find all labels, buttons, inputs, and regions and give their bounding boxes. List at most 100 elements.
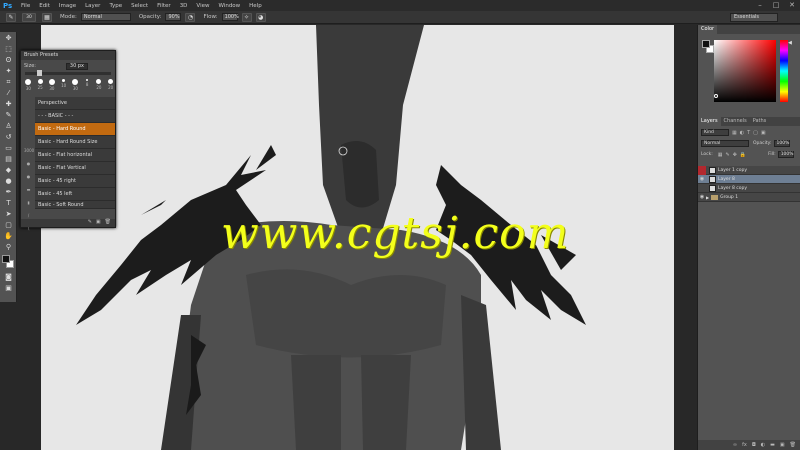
pressure-size-icon[interactable]: ◕: [255, 12, 266, 22]
new-preset-icon[interactable]: ▣: [96, 219, 101, 227]
filter-adjustment-icon[interactable]: ◐: [740, 130, 744, 136]
filter-type-icon[interactable]: T: [747, 130, 750, 136]
brush-preset-item[interactable]: Basic - Flat Vertical: [35, 162, 115, 175]
brush-size-slider[interactable]: [25, 70, 111, 76]
eraser-tool-icon[interactable]: ▭: [2, 143, 15, 153]
pressure-opacity-icon[interactable]: ◔: [185, 12, 196, 22]
menu-layer[interactable]: Layer: [85, 3, 100, 9]
foreground-color-swatch[interactable]: [2, 255, 10, 263]
filter-pixel-icon[interactable]: ▦: [732, 130, 737, 136]
filter-shape-icon[interactable]: ▢: [753, 130, 758, 136]
brush-panel-toggle-icon[interactable]: ▦: [42, 12, 52, 22]
layer-visibility-toggle[interactable]: [698, 165, 706, 175]
filter-smart-icon[interactable]: ▣: [761, 130, 766, 136]
document-canvas[interactable]: www.cgtsj.com: [41, 25, 674, 450]
tab-paths[interactable]: Paths: [750, 117, 770, 126]
healing-brush-tool-icon[interactable]: ✚: [2, 99, 15, 109]
color-saturation-field[interactable]: [714, 40, 776, 102]
quick-mask-icon[interactable]: ◙: [2, 272, 15, 282]
layer-blend-mode-select[interactable]: Normal: [701, 140, 749, 147]
adjustment-layer-icon[interactable]: ◐: [761, 442, 765, 448]
layer-row[interactable]: Layer 8 copy: [698, 184, 800, 193]
menu-file[interactable]: File: [21, 3, 30, 9]
tab-channels[interactable]: Channels: [721, 117, 750, 126]
crop-tool-icon[interactable]: ⌗: [2, 77, 15, 87]
layer-opacity-input[interactable]: 100%: [773, 140, 790, 147]
workspace-select[interactable]: Essentials: [730, 13, 778, 22]
lock-transparent-icon[interactable]: ▦: [718, 152, 723, 158]
eyedropper-tool-icon[interactable]: ⁄: [2, 88, 15, 98]
color-swatches[interactable]: [1, 254, 16, 270]
flow-input[interactable]: 100%: [221, 13, 239, 21]
pen-tool-icon[interactable]: ✒: [2, 187, 15, 197]
menu-type[interactable]: Type: [109, 3, 122, 9]
screen-mode-icon[interactable]: ▣: [2, 283, 15, 293]
brush-size-slider-knob[interactable]: [37, 70, 42, 76]
blur-tool-icon[interactable]: ◆: [2, 165, 15, 175]
minimize-icon[interactable]: –: [756, 1, 764, 9]
menu-select[interactable]: Select: [131, 3, 148, 9]
delete-layer-icon[interactable]: 🗑: [790, 442, 796, 448]
eye-icon[interactable]: ◉: [698, 176, 706, 182]
hand-tool-icon[interactable]: ✋: [2, 231, 15, 241]
lock-position-icon[interactable]: ✥: [733, 152, 737, 158]
brush-tip[interactable]: 30: [71, 79, 80, 91]
menu-view[interactable]: View: [196, 3, 209, 9]
brush-preset-item[interactable]: Basic - 45 right: [35, 175, 115, 188]
gradient-tool-icon[interactable]: ▤: [2, 154, 15, 164]
dodge-tool-icon[interactable]: ●: [2, 176, 15, 186]
layer-row-selected[interactable]: ◉ Layer 8: [698, 175, 800, 184]
eye-icon[interactable]: ◉: [698, 194, 706, 200]
layer-fill-input[interactable]: 100%: [777, 151, 794, 158]
layer-row[interactable]: Layer 1 copy: [698, 165, 800, 175]
brush-preset-item[interactable]: Basic - 45 left: [35, 188, 115, 201]
brush-tip[interactable]: 25: [36, 79, 45, 90]
brush-preset-item-selected[interactable]: Basic - Hard Round: [35, 123, 115, 136]
color-panel-foreground-swatch[interactable]: [702, 40, 710, 48]
brush-preset-item[interactable]: Basic - Flat horizontal: [35, 149, 115, 162]
lock-all-icon[interactable]: 🔒: [740, 152, 746, 158]
lock-image-icon[interactable]: ✎: [726, 152, 730, 158]
brush-preset-item[interactable]: Basic - Hard Round Size: [35, 136, 115, 149]
brush-tip[interactable]: 30: [48, 79, 57, 91]
menu-image[interactable]: Image: [59, 3, 76, 9]
menu-help[interactable]: Help: [249, 3, 262, 9]
color-picker-marker[interactable]: [714, 94, 718, 98]
marquee-tool-icon[interactable]: ⬚: [2, 44, 15, 54]
brush-tip[interactable]: 10: [59, 79, 68, 88]
new-layer-icon[interactable]: ▣: [780, 442, 785, 448]
maximize-icon[interactable]: □: [772, 1, 780, 9]
menu-window[interactable]: Window: [218, 3, 240, 9]
lasso-tool-icon[interactable]: ʘ: [2, 55, 15, 65]
stamp-tool-icon[interactable]: ♙: [2, 121, 15, 131]
hue-slider[interactable]: [780, 40, 788, 102]
brush-size-picker[interactable]: 30: [22, 12, 36, 22]
toggle-brush-panel-icon[interactable]: ✎: [88, 219, 92, 227]
tab-color[interactable]: Color: [698, 25, 718, 34]
brush-tip[interactable]: 20: [95, 79, 104, 90]
magic-wand-tool-icon[interactable]: ✦: [2, 66, 15, 76]
opacity-input[interactable]: 90%: [165, 13, 182, 21]
menu-filter[interactable]: Filter: [157, 3, 171, 9]
move-tool-icon[interactable]: ✥: [2, 33, 15, 43]
shape-tool-icon[interactable]: ▢: [2, 220, 15, 230]
brush-tip[interactable]: 8: [83, 79, 92, 87]
group-expand-chevron-icon[interactable]: ▶: [706, 195, 709, 200]
brush-tool-icon[interactable]: ✎: [6, 12, 16, 22]
delete-preset-icon[interactable]: 🗑: [105, 219, 111, 227]
brush-tip[interactable]: 30: [24, 79, 33, 91]
menu-3d[interactable]: 3D: [180, 3, 188, 9]
zoom-tool-icon[interactable]: ⚲: [2, 242, 15, 252]
close-icon[interactable]: ✕: [788, 1, 796, 9]
brush-tool-icon[interactable]: ✎: [2, 110, 15, 120]
new-group-icon[interactable]: ▬: [770, 442, 775, 448]
brush-tip[interactable]: 20: [106, 79, 115, 90]
add-mask-icon[interactable]: ◘: [752, 442, 756, 448]
brush-preset-item[interactable]: Basic - Soft Round: [35, 201, 115, 209]
airbrush-icon[interactable]: ✧: [241, 12, 252, 22]
history-brush-tool-icon[interactable]: ↺: [2, 132, 15, 142]
layer-filter-select[interactable]: Kind: [701, 129, 729, 136]
hue-slider-arrow-icon[interactable]: ◀: [788, 40, 792, 46]
path-select-tool-icon[interactable]: ➤: [2, 209, 15, 219]
brush-size-input[interactable]: 30 px: [65, 62, 88, 70]
